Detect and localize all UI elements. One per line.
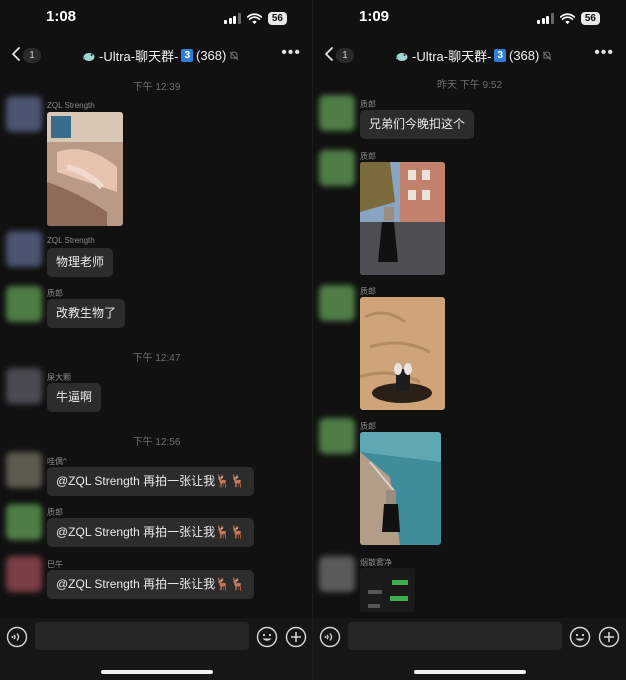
mute-bell-icon [230, 51, 239, 60]
message-bubble[interactable]: @ZQL Strength 再拍一张让我🦌🦌 [47, 467, 254, 496]
image-message[interactable] [360, 432, 441, 545]
photo-thumbnail [360, 432, 441, 545]
unread-badge: 1 [336, 48, 354, 63]
message-bubble[interactable]: @ZQL Strength 再拍一张让我🦌🦌 [47, 570, 254, 599]
chat-title-text: -Ultra-聊天群- [412, 49, 492, 64]
status-bar: 1:08 56 [0, 0, 313, 34]
chat-screen-right: 1:09 56 1 -Ultra-聊天群- 3 (368) ••• 昨天 下午 … [313, 0, 626, 680]
status-bar: 1:09 56 [313, 0, 626, 34]
avatar[interactable] [6, 556, 42, 592]
image-message[interactable] [360, 297, 445, 410]
group-number-badge: 3 [494, 49, 506, 62]
image-message[interactable] [47, 112, 123, 226]
photo-thumbnail [360, 568, 415, 612]
message-bubble[interactable]: 牛逼啊 [47, 383, 102, 412]
home-indicator[interactable] [414, 670, 526, 674]
bird-icon [395, 52, 408, 61]
more-dots-icon[interactable]: ••• [281, 44, 301, 62]
sender-name: ZQL Strength [47, 101, 95, 110]
wifi-icon [559, 12, 575, 24]
sender-name: 哇偶^ [47, 457, 67, 466]
member-count: (368) [509, 48, 540, 63]
avatar[interactable] [6, 231, 42, 267]
mute-bell-icon [543, 51, 552, 60]
message-bubble[interactable]: 改教生物了 [47, 299, 126, 328]
avatar[interactable] [319, 418, 355, 454]
sender-name: 巳午 [47, 560, 63, 569]
voice-icon[interactable] [319, 626, 341, 648]
image-message[interactable] [360, 568, 415, 612]
wifi-icon [246, 12, 262, 24]
battery-indicator: 56 [267, 12, 287, 25]
timestamp: 下午 12:39 [132, 82, 181, 93]
image-message[interactable] [360, 162, 445, 275]
sender-name: 屎大颗 [47, 373, 71, 382]
battery-indicator: 56 [580, 12, 600, 25]
timestamp: 下午 12:56 [132, 437, 181, 448]
status-time: 1:08 [46, 8, 77, 25]
chat-title[interactable]: -Ultra-聊天群- 3 (368) [82, 46, 239, 65]
chat-header: 1 -Ultra-聊天群- 3 (368) ••• [313, 40, 626, 70]
plus-icon[interactable] [598, 626, 620, 648]
avatar[interactable] [319, 285, 355, 321]
sender-name: 质郎 [47, 508, 63, 517]
timestamp: 下午 12:47 [132, 353, 181, 364]
message-bubble[interactable]: 兄弟们今晚扣这个 [360, 110, 475, 139]
message-input[interactable] [35, 622, 249, 650]
photo-thumbnail [360, 162, 445, 275]
chat-title[interactable]: -Ultra-聊天群- 3 (368) [395, 46, 552, 65]
sender-name: 质郎 [47, 289, 63, 298]
photo-thumbnail [47, 112, 123, 226]
message-input[interactable] [348, 622, 562, 650]
avatar[interactable] [319, 556, 355, 592]
group-number-badge: 3 [181, 49, 193, 62]
more-dots-icon[interactable]: ••• [594, 44, 614, 62]
emoji-icon[interactable] [569, 626, 591, 648]
sender-name: 质郎 [360, 100, 376, 109]
signal-icon [224, 13, 241, 24]
avatar[interactable] [6, 452, 42, 488]
home-indicator[interactable] [101, 670, 213, 674]
sender-name: 质郎 [360, 287, 376, 296]
avatar[interactable] [6, 368, 42, 404]
chat-title-text: -Ultra-聊天群- [99, 49, 179, 64]
input-bar [0, 618, 313, 680]
unread-badge: 1 [23, 48, 41, 63]
input-bar [313, 618, 626, 680]
chat-screen-left: 1:08 56 1 -Ultra-聊天群- 3 (368) ••• 下午 12:… [0, 0, 313, 680]
avatar[interactable] [319, 95, 355, 131]
sender-name: 质郎 [360, 152, 376, 161]
message-bubble[interactable]: 物理老师 [47, 248, 114, 277]
timestamp: 昨天 下午 9:52 [436, 80, 503, 91]
message-bubble[interactable]: @ZQL Strength 再拍一张让我🦌🦌 [47, 518, 254, 547]
avatar[interactable] [6, 286, 42, 322]
sender-name: 质郎 [360, 422, 376, 431]
avatar[interactable] [6, 96, 42, 132]
photo-thumbnail [360, 297, 445, 410]
bird-icon [82, 52, 95, 61]
sender-name: 烟散雾净 [360, 558, 392, 567]
chat-header: 1 -Ultra-聊天群- 3 (368) ••• [0, 40, 313, 70]
avatar[interactable] [6, 504, 42, 540]
signal-icon [537, 13, 554, 24]
status-time: 1:09 [359, 8, 390, 25]
voice-icon[interactable] [6, 626, 28, 648]
avatar[interactable] [319, 150, 355, 186]
emoji-icon[interactable] [256, 626, 278, 648]
member-count: (368) [196, 48, 227, 63]
plus-icon[interactable] [285, 626, 307, 648]
sender-name: ZQL Strength [47, 236, 95, 245]
